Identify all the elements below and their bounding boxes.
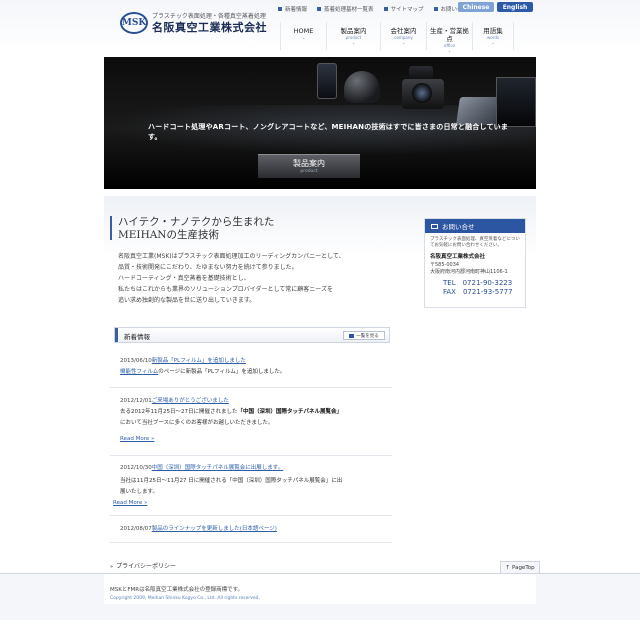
logo-text: プラスチック表面処理・各種真空蒸着処理 名阪真空工業株式会社 (152, 13, 267, 34)
news-title-link[interactable]: ご来場ありがとうございました (152, 398, 229, 404)
nav-product[interactable]: 製品案内 product ⌄ (326, 22, 380, 50)
news-title: 新着情報 (124, 333, 150, 341)
laptop-image (496, 77, 536, 127)
news-item: 2012/10/30 中国（深圳）国際タッチパネル展覧会に出展します。 当社は1… (113, 465, 343, 506)
contact-company: 名阪真空工業株式会社 (430, 254, 486, 260)
arrow-right-icon: » (110, 564, 114, 570)
news-header: 新着情報 一覧を見る (114, 327, 390, 343)
company-name: 名阪真空工業株式会社 (152, 20, 267, 34)
list-icon (349, 333, 355, 338)
chevron-down-icon: ⌄ (301, 35, 306, 40)
square-bullet-icon (278, 7, 282, 11)
util-link-news[interactable]: 新着情報 (278, 5, 307, 13)
lang-english-button[interactable]: English (497, 2, 533, 12)
news-item: 2013/06/10 新製品「PLフィルム」を追加しました 機能性フィルムのペー… (120, 358, 286, 375)
hero-caption: ハードコート処理やARコート、ノングレアコートなど、MEIHANの技術はすでに皆… (148, 123, 509, 141)
privacy-policy-link[interactable]: » プライバシーポリシー (110, 561, 176, 570)
camera-image (402, 79, 444, 109)
lang-chinese-button[interactable]: Chinese (458, 2, 494, 12)
square-bullet-icon (317, 7, 322, 11)
contact-heading[interactable]: お問い合せ (425, 219, 525, 233)
chevron-down-icon: ⌄ (447, 48, 452, 53)
product-guide-button[interactable]: 製品案内 product (258, 154, 360, 178)
contact-lead: プラスチック表面処理、真空蒸着などについてお気軽にお問い合わせください。 (430, 237, 520, 248)
news-body-link[interactable]: 機能性フィルム (120, 369, 158, 375)
util-link-sitemap[interactable]: サイトマップ (383, 5, 424, 13)
nav-company[interactable]: 会社案内 company ⌄ (380, 22, 426, 50)
contact-box: お問い合せ プラスチック表面処理、真空蒸着などについてお気軽にお問い合わせくださ… (424, 218, 526, 308)
helmet-image (344, 71, 380, 103)
copyright: Copyright 2009, Meihan Shinku Kogyo Co.,… (110, 596, 260, 601)
chevron-down-icon: ⌄ (491, 40, 495, 45)
chevron-down-icon: ⌄ (401, 40, 406, 45)
contact-tel: TEL 0721-90-3223 (443, 279, 513, 287)
nav-words[interactable]: 用語集 words ⌄ (472, 22, 514, 50)
chevron-down-icon: ⌄ (351, 40, 356, 45)
footer (0, 573, 640, 620)
read-more-link[interactable]: Read More » (120, 436, 154, 442)
contact-fax: FAX 0721-93-5777 (443, 288, 513, 296)
msk-logo-mark: MSK (120, 12, 148, 34)
news-item: 2012/12/01 ご来場ありがとうございました 去る2012年11月25日～… (120, 398, 343, 442)
global-nav: HOME ⌄ 製品案内 product ⌄ 会社案内 company ⌄ 生産・… (280, 22, 514, 53)
page-top-button[interactable]: ↑ PageTop (500, 561, 540, 573)
intro-accent-rule (110, 216, 112, 240)
news-item: 2012/08/07 製品のラインナップを更新しました(日本語ページ) (120, 526, 277, 532)
utility-nav: 新着情報 蒸着処理基材一覧表 サイトマップ お問い合わせ (278, 5, 484, 13)
news-divider (110, 515, 392, 516)
square-bullet-icon (433, 7, 438, 11)
news-divider (110, 455, 392, 456)
phone-image (317, 63, 337, 99)
news-title-link[interactable]: 中国（深圳）国際タッチパネル展覧会に出展します。 (152, 465, 283, 471)
news-divider (110, 542, 392, 543)
read-more-link[interactable]: Read More » (113, 500, 147, 506)
tablet-image (456, 97, 500, 125)
intro-paragraph: 名阪真空工業(MSK)はプラスチック表面処理加工のリーディングカンパニーとして、… (118, 253, 345, 304)
trademark-notice: MSKとFMRは名阪真空工業株式会社の登録商標です。 (110, 587, 244, 593)
square-bullet-icon (383, 7, 388, 11)
nav-home[interactable]: HOME ⌄ (280, 22, 326, 50)
envelope-icon (431, 223, 438, 229)
arrow-up-icon: ↑ (505, 564, 510, 571)
news-accent-rule (115, 328, 118, 342)
contact-address: 〒585-0034 大阪府南河内郡河南町神山1106-1 (430, 262, 508, 275)
site-logo[interactable]: MSK プラスチック表面処理・各種真空蒸着処理 名阪真空工業株式会社 (120, 12, 267, 34)
news-title-link[interactable]: 新製品「PLフィルム」を追加しました (152, 358, 246, 364)
news-title-link[interactable]: 製品のラインナップを更新しました(日本語ページ) (152, 526, 277, 532)
intro-title: ハイテク・ナノテクから生まれた MEIHANの生産技術 (118, 216, 275, 241)
news-list-button[interactable]: 一覧を見る (343, 331, 385, 340)
util-link-materials[interactable]: 蒸着処理基材一覧表 (317, 5, 374, 13)
news-divider (110, 387, 392, 388)
nav-office[interactable]: 生産・営業拠点 office ⌄ (426, 22, 472, 53)
logo-subtitle: プラスチック表面処理・各種真空蒸着処理 (152, 12, 266, 20)
hero-banner: ハードコート処理やARコート、ノングレアコートなど、MEIHANの技術はすでに皆… (104, 57, 536, 189)
